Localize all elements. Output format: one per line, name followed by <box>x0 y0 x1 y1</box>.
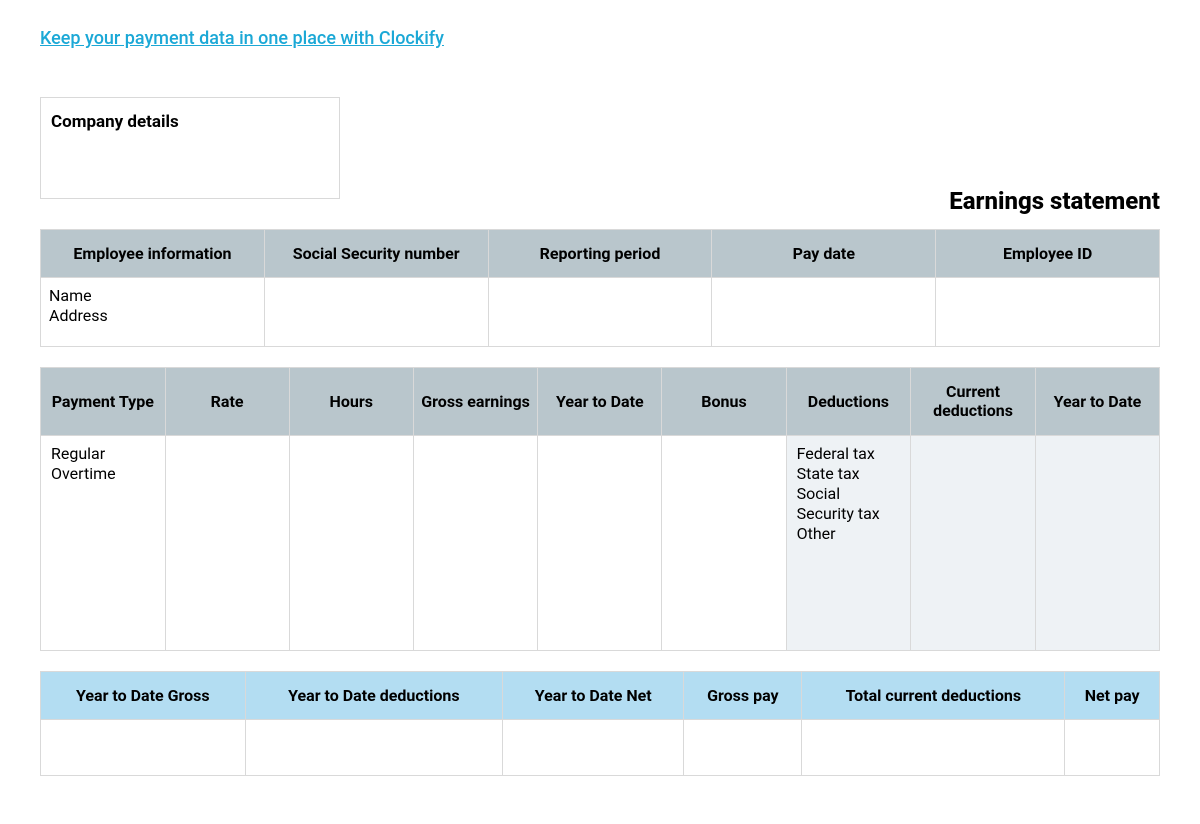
ytd-earn-cell <box>538 435 662 650</box>
hours-cell <box>289 435 413 650</box>
emp-ssn-cell <box>264 278 488 347</box>
payment-table: Payment Type Rate Hours Gross earnings Y… <box>40 367 1160 650</box>
col-total-current-ded: Total current deductions <box>802 671 1065 719</box>
col-deductions: Deductions <box>786 368 911 435</box>
col-reporting-period: Reporting period <box>488 230 712 278</box>
col-bonus: Bonus <box>662 368 786 435</box>
promo-link[interactable]: Keep your payment data in one place with… <box>40 28 444 49</box>
net-pay-cell <box>1065 719 1160 775</box>
col-gross-earnings: Gross earnings <box>413 368 537 435</box>
rate-cell <box>165 435 289 650</box>
col-employee-info: Employee information <box>41 230 265 278</box>
col-ytd-net: Year to Date Net <box>503 671 684 719</box>
current-ded-cell <box>911 435 1036 650</box>
ytd-ded-total-cell <box>245 719 502 775</box>
company-details-box: Company details <box>40 97 340 199</box>
col-hours: Hours <box>289 368 413 435</box>
deduction-ss: Social Security tax <box>797 484 901 524</box>
emp-period-cell <box>488 278 712 347</box>
emp-name-label: Name <box>49 286 256 306</box>
ytd-ded-cell <box>1035 435 1159 650</box>
col-ytd-deductions: Year to Date <box>1035 368 1159 435</box>
ytd-gross-cell <box>41 719 246 775</box>
table-row: Name Address <box>41 278 1160 347</box>
col-employee-id: Employee ID <box>936 230 1160 278</box>
bonus-cell <box>662 435 786 650</box>
col-gross-pay: Gross pay <box>684 671 802 719</box>
deduction-state: State tax <box>797 464 901 484</box>
total-cur-ded-cell <box>802 719 1065 775</box>
col-ytd-gross: Year to Date Gross <box>41 671 246 719</box>
deductions-cell: Federal tax State tax Social Security ta… <box>786 435 911 650</box>
table-row: Regular Overtime Federal tax State tax S… <box>41 435 1160 650</box>
emp-paydate-cell <box>712 278 936 347</box>
deduction-other: Other <box>797 524 901 544</box>
employee-info-table: Employee information Social Security num… <box>40 229 1160 347</box>
payment-type-overtime: Overtime <box>51 464 155 484</box>
deduction-federal: Federal tax <box>797 444 901 464</box>
col-rate: Rate <box>165 368 289 435</box>
gross-cell <box>413 435 537 650</box>
col-ssn: Social Security number <box>264 230 488 278</box>
ytd-net-cell <box>503 719 684 775</box>
col-pay-date: Pay date <box>712 230 936 278</box>
payment-type-regular: Regular <box>51 444 155 464</box>
emp-name-address-cell: Name Address <box>41 278 265 347</box>
page-title: Earnings statement <box>40 187 1160 215</box>
col-net-pay: Net pay <box>1065 671 1160 719</box>
emp-address-label: Address <box>49 306 256 326</box>
payment-type-cell: Regular Overtime <box>41 435 166 650</box>
col-ytd-earnings: Year to Date <box>538 368 662 435</box>
company-details-label: Company details <box>51 112 179 132</box>
col-ytd-ded: Year to Date deductions <box>245 671 502 719</box>
emp-id-cell <box>936 278 1160 347</box>
gross-pay-cell <box>684 719 802 775</box>
col-current-deductions: Current deductions <box>911 368 1036 435</box>
table-row <box>41 719 1160 775</box>
totals-table: Year to Date Gross Year to Date deductio… <box>40 671 1160 776</box>
col-payment-type: Payment Type <box>41 368 166 435</box>
